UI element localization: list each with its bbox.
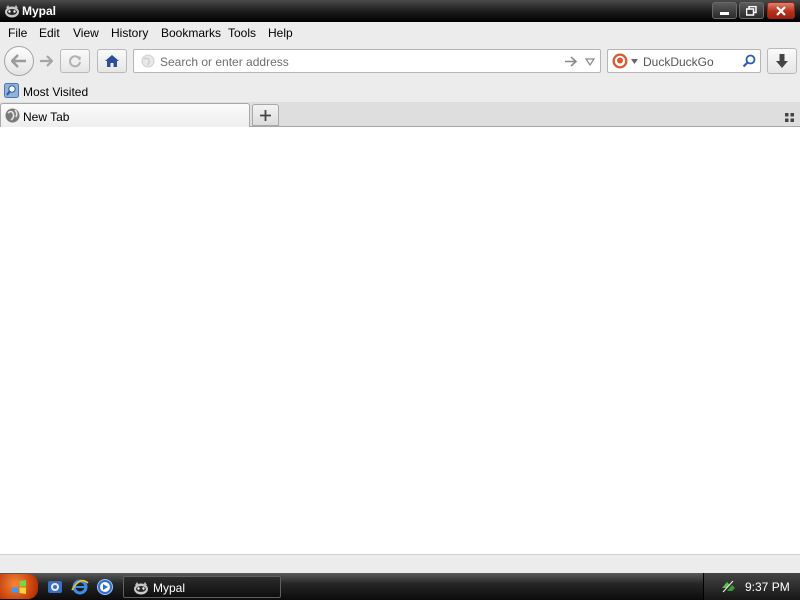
minimize-icon xyxy=(720,12,729,15)
window-title-bar[interactable]: Mypal xyxy=(0,0,800,22)
menu-tools[interactable]: Tools xyxy=(228,26,256,40)
mypal-app-icon xyxy=(5,5,19,18)
search-bar[interactable]: DuckDuckGo xyxy=(607,49,761,73)
menu-bar: File Edit View History Bookmarks Tools H… xyxy=(0,22,800,44)
start-button[interactable] xyxy=(0,574,38,599)
identity-globe-icon xyxy=(141,54,155,68)
downloads-button[interactable] xyxy=(767,48,797,74)
address-placeholder: Search or enter address xyxy=(160,55,289,69)
home-button[interactable] xyxy=(97,49,127,73)
engine-dropdown-icon[interactable] xyxy=(631,59,638,64)
menu-bookmarks[interactable]: Bookmarks xyxy=(161,26,221,40)
search-engine-placeholder: DuckDuckGo xyxy=(643,55,714,69)
restore-icon xyxy=(746,5,757,16)
history-dropdown-icon[interactable] xyxy=(585,58,595,66)
restore-button[interactable] xyxy=(739,2,764,19)
search-icon[interactable] xyxy=(742,54,756,68)
window-title: Mypal xyxy=(22,4,57,18)
close-icon xyxy=(776,5,786,16)
page-content[interactable] xyxy=(0,127,800,554)
forward-button[interactable] xyxy=(35,51,57,71)
menu-file[interactable]: File xyxy=(8,26,27,40)
taskbar: Mypal 9:37 PM xyxy=(0,573,800,600)
bookmark-label: Most Visited xyxy=(23,85,89,99)
reload-icon xyxy=(69,55,81,68)
bookmarks-toolbar: Most Visited xyxy=(0,80,800,102)
grid-icon xyxy=(785,113,794,122)
most-visited-folder-icon xyxy=(4,83,19,98)
go-arrow-icon[interactable] xyxy=(564,56,577,67)
navigation-toolbar: Search or enter address DuckDuckGo xyxy=(0,44,800,80)
taskbar-clock[interactable]: 9:37 PM xyxy=(745,580,790,594)
menu-view[interactable]: View xyxy=(73,26,99,40)
menu-help[interactable]: Help xyxy=(268,26,293,40)
list-all-tabs-button[interactable] xyxy=(785,111,794,122)
minimize-button[interactable] xyxy=(712,2,737,19)
reload-button[interactable] xyxy=(60,49,90,73)
close-button[interactable] xyxy=(767,2,795,19)
quicklaunch-explorer-icon[interactable] xyxy=(46,578,64,596)
back-arrow-icon xyxy=(11,54,26,68)
tab-new-tab[interactable]: New Tab xyxy=(0,103,250,128)
status-bar xyxy=(0,554,800,573)
network-tray-icon[interactable] xyxy=(721,579,736,594)
home-icon xyxy=(105,55,119,67)
taskbar-item-mypal[interactable]: Mypal xyxy=(123,576,281,598)
taskbar-item-label: Mypal xyxy=(153,581,186,595)
download-arrow-icon xyxy=(776,54,788,68)
back-button[interactable] xyxy=(4,46,34,76)
menu-edit[interactable]: Edit xyxy=(39,26,60,40)
plus-icon xyxy=(260,109,271,121)
forward-arrow-icon xyxy=(40,55,53,67)
address-bar[interactable]: Search or enter address xyxy=(133,49,601,73)
mypal-taskbar-icon xyxy=(134,582,148,595)
bookmark-most-visited[interactable]: Most Visited xyxy=(3,82,103,100)
tab-strip: New Tab xyxy=(0,102,800,128)
globe-icon xyxy=(5,108,20,123)
menu-history[interactable]: History xyxy=(111,26,148,40)
quicklaunch-ie-icon[interactable] xyxy=(71,578,89,596)
new-tab-button[interactable] xyxy=(252,104,279,126)
tab-label: New Tab xyxy=(23,110,70,124)
windows-logo-icon xyxy=(12,579,26,594)
quicklaunch-media-player-icon[interactable] xyxy=(96,578,114,596)
duckduckgo-icon[interactable] xyxy=(612,53,628,69)
